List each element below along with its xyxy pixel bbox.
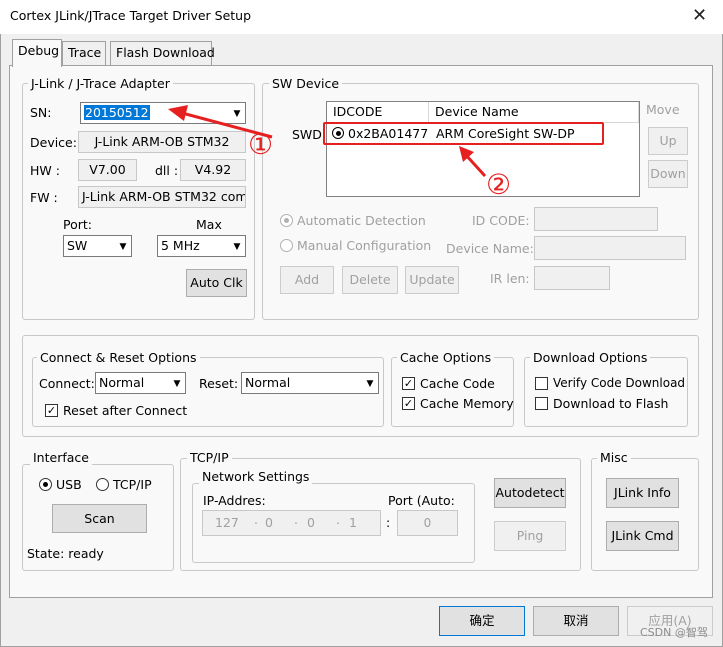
- dll-field: V4.92: [180, 159, 246, 181]
- jlink-cmd-button[interactable]: JLink Cmd: [606, 521, 679, 551]
- interface-group-label: Interface: [30, 450, 92, 465]
- sn-value: 20150512: [84, 105, 150, 120]
- chevron-down-icon: ▼: [173, 379, 181, 389]
- tcpip-radio-label: TCP/IP: [113, 477, 152, 492]
- update-button[interactable]: Update: [405, 266, 459, 294]
- id-code-label: ID CODE:: [472, 213, 530, 228]
- manual-config-label: Manual Configuration: [297, 238, 432, 253]
- verify-code-download-checkbox[interactable]: [535, 377, 548, 390]
- usb-label: USB: [56, 477, 82, 492]
- port-select[interactable]: SW ▼: [63, 235, 132, 257]
- tab-flash-download[interactable]: Flash Download: [110, 41, 215, 65]
- download-to-flash-label: Download to Flash: [553, 396, 669, 411]
- cache-options-group-label: Cache Options: [397, 350, 495, 365]
- connect-reset-group-label: Connect & Reset Options: [37, 350, 200, 365]
- jlink-info-button[interactable]: JLink Info: [606, 478, 679, 508]
- cache-memory-checkbox[interactable]: ✓: [402, 397, 415, 410]
- ip-octet-2: 0: [265, 515, 273, 530]
- cache-code-checkbox[interactable]: ✓: [402, 377, 415, 390]
- manual-config-radio[interactable]: [280, 239, 293, 252]
- usb-radio[interactable]: [39, 478, 52, 491]
- cache-code-label: Cache Code: [420, 376, 495, 391]
- ip-octet-1: 127: [215, 515, 239, 530]
- annotation-marker-2: ②: [486, 168, 512, 201]
- reset-value: Normal: [245, 375, 291, 390]
- misc-group: [591, 458, 699, 571]
- hw-label: HW :: [30, 163, 60, 178]
- sw-device-group-label: SW Device: [269, 76, 343, 91]
- reset-label: Reset:: [199, 376, 239, 391]
- connect-label: Connect:: [39, 376, 95, 391]
- cache-memory-label: Cache Memory: [420, 396, 514, 411]
- dll-label: dll :: [155, 163, 179, 178]
- ip-octet-4: 1: [349, 515, 357, 530]
- tcpip-radio[interactable]: [96, 478, 109, 491]
- scan-button[interactable]: Scan: [52, 504, 147, 533]
- device-name-field[interactable]: [534, 236, 686, 260]
- move-up-button[interactable]: Up: [648, 127, 688, 155]
- swd-label: SWD: [292, 127, 322, 142]
- id-code-field[interactable]: [534, 207, 658, 231]
- tcpip-group-label: TCP/IP: [187, 450, 232, 465]
- auto-detection-label: Automatic Detection: [297, 213, 426, 228]
- tab-debug[interactable]: Debug: [12, 39, 62, 67]
- port-separator: :: [386, 515, 391, 530]
- state-text: State: ready: [27, 546, 104, 561]
- column-header-device-name[interactable]: Device Name: [429, 102, 639, 123]
- tcp-port-value: 0: [423, 516, 432, 530]
- max-label: Max: [196, 217, 222, 232]
- ping-button[interactable]: Ping: [494, 521, 566, 551]
- add-button[interactable]: Add: [280, 266, 334, 294]
- adapter-group-label: J-Link / J-Trace Adapter: [28, 76, 173, 91]
- network-settings-label: Network Settings: [199, 469, 313, 484]
- device-name-label: Device Name:: [446, 241, 534, 256]
- misc-group-label: Misc: [597, 450, 631, 465]
- connect-value: Normal: [99, 375, 145, 390]
- autodetect-button[interactable]: Autodetect: [494, 478, 566, 508]
- reset-after-connect-checkbox[interactable]: ✓: [45, 404, 58, 417]
- connect-select[interactable]: Normal ▼: [95, 372, 186, 394]
- tab-trace[interactable]: Trace: [62, 41, 106, 65]
- watermark: CSDN @智驾: [640, 626, 708, 639]
- close-icon[interactable]: ✕: [676, 0, 723, 34]
- chevron-down-icon: ▼: [366, 379, 374, 389]
- port-value: SW: [67, 238, 88, 253]
- max-speed-value: 5 MHz: [161, 238, 200, 253]
- chevron-down-icon: ▼: [119, 242, 127, 252]
- ip-dot: .: [254, 512, 258, 527]
- ip-address-label: IP-Addres:: [203, 493, 266, 508]
- chevron-down-icon: ▼: [233, 242, 241, 252]
- download-to-flash-checkbox[interactable]: [535, 397, 548, 410]
- auto-clk-button[interactable]: Auto Clk: [186, 269, 247, 297]
- column-header-idcode[interactable]: IDCODE: [327, 102, 429, 123]
- download-options-group-label: Download Options: [530, 350, 651, 365]
- ok-button[interactable]: 确定: [439, 606, 525, 636]
- fw-field: J-Link ARM-OB STM32 comp: [78, 186, 246, 208]
- ir-len-field[interactable]: [534, 266, 610, 290]
- auto-detection-radio[interactable]: [280, 214, 293, 227]
- cancel-button[interactable]: 取消: [533, 606, 619, 636]
- fw-label: FW :: [30, 190, 58, 205]
- reset-after-connect-label: Reset after Connect: [63, 403, 188, 418]
- port-auto-label: Port (Auto:: [388, 493, 455, 508]
- tcp-port-field[interactable]: 0: [397, 510, 458, 536]
- window-title: Cortex JLink/JTrace Target Driver Setup: [10, 8, 252, 23]
- verify-code-download-label: Verify Code Download: [553, 376, 686, 390]
- device-label: Device:: [30, 135, 77, 150]
- cache-options-group: [391, 357, 514, 427]
- reset-select[interactable]: Normal ▼: [241, 372, 379, 394]
- delete-button[interactable]: Delete: [342, 266, 398, 294]
- port-label: Port:: [63, 217, 92, 232]
- ir-len-label: IR len:: [490, 271, 530, 286]
- ip-octet-3: 0: [307, 515, 315, 530]
- max-speed-select[interactable]: 5 MHz ▼: [157, 235, 246, 257]
- annotation-marker-1: ①: [248, 128, 274, 161]
- move-down-button[interactable]: Down: [648, 160, 688, 188]
- ip-dot: .: [294, 512, 298, 527]
- move-label: Move: [646, 102, 680, 117]
- ip-dot: .: [336, 512, 340, 527]
- download-options-group: [524, 357, 688, 427]
- sn-label: SN:: [30, 105, 52, 120]
- hw-field: V7.00: [78, 159, 137, 181]
